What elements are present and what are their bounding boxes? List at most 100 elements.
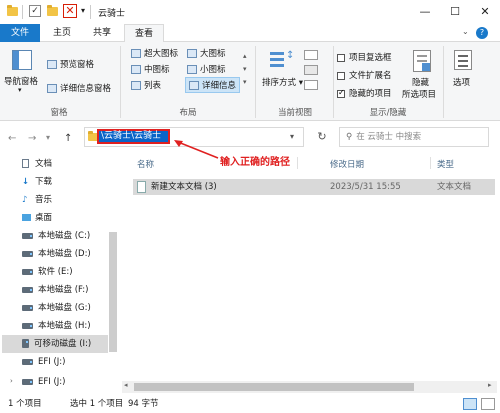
status-selected: 选中 1 个项目 xyxy=(70,399,124,409)
details-icon xyxy=(189,81,199,90)
details-view-icon[interactable] xyxy=(463,398,477,410)
horizontal-scrollbar-thumb[interactable] xyxy=(134,383,414,391)
file-extensions-checkbox[interactable] xyxy=(337,71,345,80)
column-header-type[interactable]: 类型 xyxy=(437,158,454,170)
address-dropdown-icon[interactable]: ▾ xyxy=(290,132,294,141)
preview-pane-button[interactable]: 预览窗格 xyxy=(47,58,94,70)
new-folder-icon[interactable] xyxy=(47,5,58,16)
refresh-button[interactable]: ↻ xyxy=(312,127,332,147)
sidebar-item-drive-g[interactable]: 本地磁盘 (G:) xyxy=(22,300,91,316)
sidebar-item-documents[interactable]: 文档 xyxy=(22,156,52,172)
column-divider[interactable] xyxy=(430,157,431,169)
expand-chevron-icon[interactable]: › xyxy=(10,377,13,385)
layout-large-icons[interactable]: 大图标 xyxy=(187,47,226,59)
item-checkboxes-toggle[interactable]: 项目复选框 xyxy=(337,51,392,63)
properties-icon[interactable]: ✓ xyxy=(29,5,41,17)
nav-pane-dropdown-icon[interactable]: ▾ xyxy=(18,86,22,94)
size-columns-icon[interactable] xyxy=(304,80,318,90)
sidebar-item-drive-e[interactable]: 软件 (E:) xyxy=(22,264,73,280)
options-icon[interactable] xyxy=(454,50,472,70)
hidden-items-toggle[interactable]: 隐藏的项目 xyxy=(337,87,392,99)
layout-details[interactable]: 详细信息 xyxy=(185,77,241,93)
sort-by-icon[interactable]: ↕ xyxy=(270,50,294,70)
hidden-items-checkbox[interactable] xyxy=(337,88,345,98)
medium-icons-label: 中图标 xyxy=(144,65,170,75)
layout-scroll-arrows[interactable]: ▴ ▾ ▾ xyxy=(243,50,247,89)
close-button[interactable]: ✕ xyxy=(470,0,500,24)
sidebar-item-desktop[interactable]: 桌面 xyxy=(22,210,52,226)
small-icons-label: 小图标 xyxy=(200,65,226,75)
sidebar-item-music[interactable]: ♪ 音乐 xyxy=(22,192,52,208)
text-file-icon xyxy=(137,181,146,193)
details-pane-icon xyxy=(47,84,57,93)
sidebar-item-drive-c[interactable]: 本地磁盘 (C:) xyxy=(22,228,90,244)
file-type: 文本文档 xyxy=(437,182,472,192)
quick-access-dropdown[interactable]: ▾ xyxy=(81,6,85,15)
sidebar-item-downloads[interactable]: ↓ 下载 xyxy=(22,174,52,190)
scroll-right-icon[interactable]: ▸ xyxy=(488,381,492,389)
divider xyxy=(90,5,91,19)
layout-medium-icons[interactable]: 中图标 xyxy=(131,63,170,75)
file-extensions-toggle[interactable]: 文件扩展名 xyxy=(337,69,392,81)
ribbon-collapse-icon[interactable]: ⌄ xyxy=(462,27,469,36)
folder-icon xyxy=(7,5,18,16)
selected-items-label[interactable]: 所选项目 xyxy=(402,88,436,100)
column-divider[interactable] xyxy=(297,157,298,169)
column-header-date[interactable]: 修改日期 xyxy=(330,158,364,170)
help-icon[interactable]: ? xyxy=(476,27,488,39)
tab-view[interactable]: 查看 xyxy=(124,24,164,43)
add-columns-icon[interactable] xyxy=(304,65,318,75)
item-checkboxes-label: 项目复选框 xyxy=(349,53,392,63)
list-icon xyxy=(131,81,141,90)
maximize-button[interactable]: ☐ xyxy=(440,0,470,24)
drive-icon xyxy=(22,378,33,385)
large-icons-view-icon[interactable] xyxy=(481,398,495,410)
sidebar-item-drive-h[interactable]: 本地磁盘 (H:) xyxy=(22,318,91,334)
sidebar-item-label: 文档 xyxy=(35,159,53,169)
divider xyxy=(333,46,334,118)
drive-icon xyxy=(22,358,33,365)
sidebar-scrollbar-thumb[interactable] xyxy=(109,232,117,352)
sidebar-item-label: 下载 xyxy=(35,177,53,187)
hide-selected-label[interactable]: 隐藏 xyxy=(412,76,429,88)
forward-button[interactable]: → xyxy=(28,133,36,144)
drive-icon xyxy=(22,322,33,329)
small-icons-icon xyxy=(187,65,197,74)
options-button[interactable]: 选项 xyxy=(453,76,470,88)
back-button[interactable]: ← xyxy=(8,133,16,144)
address-input[interactable]: \云骑士\云骑士 xyxy=(97,129,170,144)
sidebar-item-drive-j[interactable]: EFI (J:) xyxy=(22,354,65,370)
drive-icon xyxy=(22,286,33,293)
tab-share[interactable]: 共享 xyxy=(84,24,120,42)
recent-locations-dropdown[interactable]: ▾ xyxy=(46,133,50,142)
layout-list[interactable]: 列表 xyxy=(131,79,161,91)
group-by-icon[interactable] xyxy=(304,50,318,60)
sidebar-item-drive-i[interactable]: 可移动磁盘 (I:) xyxy=(22,336,91,352)
delete-icon[interactable]: ✕ xyxy=(63,4,77,18)
window-title: 云骑士 xyxy=(98,9,126,19)
sidebar-item-label: 桌面 xyxy=(35,213,53,223)
sort-by-button[interactable]: 排序方式 ▾ xyxy=(262,76,303,88)
search-input[interactable]: ⚲ 在 云骑士 中搜索 xyxy=(339,127,489,147)
sidebar-item-drive-f[interactable]: 本地磁盘 (F:) xyxy=(22,282,88,298)
layout-xl-icons[interactable]: 超大图标 xyxy=(131,47,178,59)
sidebar-item-label: 本地磁盘 (G:) xyxy=(38,303,91,313)
divider xyxy=(120,46,121,118)
up-button[interactable]: ↑ xyxy=(64,133,72,144)
sidebar-item-drive-j-network[interactable]: EFI (J:) xyxy=(22,374,65,390)
minimize-button[interactable]: — xyxy=(410,0,440,24)
details-pane-label: 详细信息窗格 xyxy=(60,84,112,94)
xl-icons-label: 超大图标 xyxy=(144,49,179,59)
item-checkboxes-checkbox[interactable] xyxy=(337,53,345,62)
column-header-name[interactable]: 名称 xyxy=(137,158,154,170)
sidebar-item-label: 本地磁盘 (C:) xyxy=(38,231,91,241)
scroll-left-icon[interactable]: ◂ xyxy=(124,381,128,389)
sidebar-item-drive-d[interactable]: 本地磁盘 (D:) xyxy=(22,246,91,262)
layout-small-icons[interactable]: 小图标 xyxy=(187,63,226,75)
nav-pane-icon[interactable] xyxy=(12,50,32,70)
details-pane-button[interactable]: 详细信息窗格 xyxy=(47,82,111,94)
tab-home[interactable]: 主页 xyxy=(44,24,80,42)
annotation-text: 输入正确的路径 xyxy=(220,157,290,168)
hide-selected-icon[interactable] xyxy=(413,50,431,72)
tab-file[interactable]: 文件 xyxy=(0,24,40,42)
